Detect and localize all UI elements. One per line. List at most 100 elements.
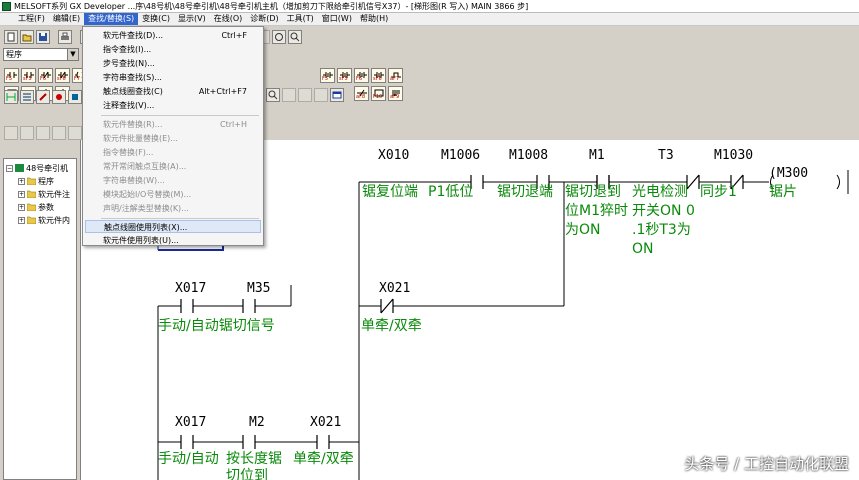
- chevron-down-icon[interactable]: ▼: [67, 49, 78, 60]
- menu-item-label: 字符串替换(W)...: [103, 176, 165, 185]
- menu-item-io-replace[interactable]: 模块起始I/O号替换(M)...: [85, 188, 261, 201]
- ladder-symbol-toolbar-left: F5 sF5 F6 sF6 F7: [0, 66, 87, 84]
- device-label: X010: [378, 148, 409, 163]
- device-comment: 为ON: [565, 222, 601, 238]
- open-folder-icon[interactable]: [20, 30, 34, 44]
- trace-icon[interactable]: [20, 126, 34, 140]
- menu-item-device-list[interactable]: 软元件使用列表(U)...: [85, 234, 261, 247]
- menu-item-step-find[interactable]: 步号查找(N)...: [85, 57, 261, 70]
- device-comment: 按长度锯: [226, 451, 282, 467]
- rising-edge-icon[interactable]: F5: [320, 67, 335, 83]
- menu-item-contact-coil-find[interactable]: 触点线圈查找(C) Alt+Ctrl+F7: [85, 85, 261, 98]
- tree-item-device-comment[interactable]: + 软元件注: [18, 188, 70, 200]
- toolbar-separator: [52, 30, 56, 44]
- contact-parallel-icon[interactable]: sF5: [21, 67, 36, 83]
- menu-item-shortcut: Alt+Ctrl+F7: [198, 87, 247, 96]
- menu-item-statement-replace[interactable]: 声明/注解类型替换(K)...: [85, 202, 261, 215]
- fkey-label: F6: [356, 75, 363, 82]
- device-icon[interactable]: [68, 90, 82, 104]
- new-file-icon[interactable]: [4, 30, 18, 44]
- fkey-label: aF7: [390, 75, 400, 82]
- window-icon[interactable]: [330, 88, 344, 102]
- expand-icon[interactable]: +: [18, 203, 25, 211]
- device-comment: 锯复位端: [362, 183, 418, 200]
- menu-online[interactable]: 在线(O): [210, 13, 247, 25]
- comment-edit-icon[interactable]: F10: [371, 85, 386, 101]
- expand-icon[interactable]: +: [18, 190, 25, 198]
- write-mode-icon[interactable]: [36, 90, 50, 104]
- project-icon: [15, 164, 24, 172]
- expand-icon[interactable]: +: [18, 216, 25, 224]
- tree-item-label: 软元件内: [38, 215, 70, 225]
- falling-edge-parallel-icon[interactable]: sF6: [371, 67, 386, 83]
- folder-icon: [27, 190, 36, 198]
- step-icon[interactable]: [36, 126, 50, 140]
- menu-edit[interactable]: 编辑(E): [49, 13, 84, 25]
- statement-edit-icon[interactable]: aF9: [388, 85, 403, 101]
- print-icon[interactable]: [58, 30, 72, 44]
- menu-project[interactable]: 工程(F): [14, 13, 49, 25]
- monitor-icon[interactable]: [272, 30, 286, 44]
- read-mode-icon[interactable]: [52, 90, 66, 104]
- skip-icon[interactable]: [52, 126, 66, 140]
- menu-item-contact-coil-list[interactable]: 触点线圈使用列表(X)...: [85, 220, 261, 233]
- menu-find-replace[interactable]: 查找/替换(S): [84, 13, 139, 25]
- device-label: T3: [658, 148, 674, 163]
- contact-nc-icon[interactable]: F6: [38, 67, 53, 83]
- contact-no-icon[interactable]: F5: [4, 67, 19, 83]
- menu-item-instruction-replace[interactable]: 指令替换(F)...: [85, 146, 261, 159]
- ladder-mode-icon[interactable]: [4, 90, 18, 104]
- tree-item-device-memory[interactable]: + 软元件内: [18, 214, 70, 226]
- toolbar-button[interactable]: [298, 88, 312, 102]
- toolbar-button[interactable]: [282, 88, 296, 102]
- tree-root[interactable]: − 48号牵引机: [6, 162, 68, 174]
- menu-item-label: 步号查找(N)...: [103, 59, 155, 68]
- device-comment: .1秒T3为: [632, 222, 691, 238]
- device-comment: P1低位: [428, 184, 473, 200]
- fkey-label: sF5: [23, 75, 32, 82]
- ladder-symbol-toolbar-right-2: aF8 F10 aF9: [350, 84, 410, 102]
- pulse-icon[interactable]: aF7: [388, 67, 403, 83]
- collapse-icon[interactable]: −: [6, 164, 13, 172]
- menu-item-device-find[interactable]: 软元件查找(D)... Ctrl+F: [85, 29, 261, 42]
- menu-item-label: 软元件使用列表(U)...: [103, 236, 179, 245]
- menu-item-label: 常开常闭触点互换(A)...: [103, 162, 187, 171]
- rising-edge-parallel-icon[interactable]: sF5: [337, 67, 352, 83]
- contact-nc-parallel-icon[interactable]: sF6: [55, 67, 70, 83]
- tree-item-parameter[interactable]: + 参数: [18, 201, 54, 213]
- search-icon[interactable]: [288, 30, 302, 44]
- tree-item-program[interactable]: + 程序: [18, 175, 54, 187]
- zoom-icon[interactable]: [266, 88, 280, 102]
- find-replace-menu: 软元件查找(D)... Ctrl+F 指令查找(I)... 步号查找(N)... …: [82, 26, 264, 246]
- falling-edge-icon[interactable]: F6: [354, 67, 369, 83]
- toolbar-button[interactable]: [314, 88, 328, 102]
- menu-item-device-batch-replace[interactable]: 软元件批量替换(E)...: [85, 132, 261, 145]
- menu-help[interactable]: 帮助(H): [356, 13, 392, 25]
- invert-icon[interactable]: aF8: [354, 85, 369, 101]
- device-label: M1008: [509, 148, 548, 163]
- tree-root-label: 48号牵引机: [26, 163, 69, 173]
- list-mode-icon[interactable]: [20, 90, 34, 104]
- menu-item-string-find[interactable]: 字符串查找(S)...: [85, 71, 261, 84]
- expand-icon[interactable]: +: [18, 177, 25, 185]
- menu-separator: [101, 115, 259, 116]
- partial-icon[interactable]: [68, 126, 82, 140]
- menu-item-device-replace[interactable]: 软元件替换(R)... Ctrl+H: [85, 118, 261, 131]
- sampling-icon[interactable]: [4, 126, 18, 140]
- menu-view[interactable]: 显示(V): [174, 13, 210, 25]
- fkey-label: sF6: [57, 75, 66, 82]
- window-title: MELSOFT系列 GX Developer ...序\48号机\48号牵引机\…: [14, 1, 529, 11]
- menu-item-contact-swap[interactable]: 常开常闭触点互换(A)...: [85, 160, 261, 173]
- menu-item-instruction-find[interactable]: 指令查找(I)...: [85, 43, 261, 56]
- menu-item-string-replace[interactable]: 字符串替换(W)...: [85, 174, 261, 187]
- menu-item-comment-find[interactable]: 注释查找(V)...: [85, 99, 261, 112]
- watermark: 头条号 / 工控自动化联盟: [684, 455, 849, 473]
- menu-item-label: 软元件查找(D)...: [103, 31, 164, 40]
- menu-convert[interactable]: 变换(C): [138, 13, 174, 25]
- menu-tools[interactable]: 工具(T): [283, 13, 318, 25]
- menu-diagnostics[interactable]: 诊断(D): [246, 13, 282, 25]
- menu-window[interactable]: 窗口(W): [318, 13, 356, 25]
- program-select[interactable]: 程序 ▼: [3, 48, 79, 61]
- save-icon[interactable]: [36, 30, 50, 44]
- device-label: M1030: [714, 148, 753, 163]
